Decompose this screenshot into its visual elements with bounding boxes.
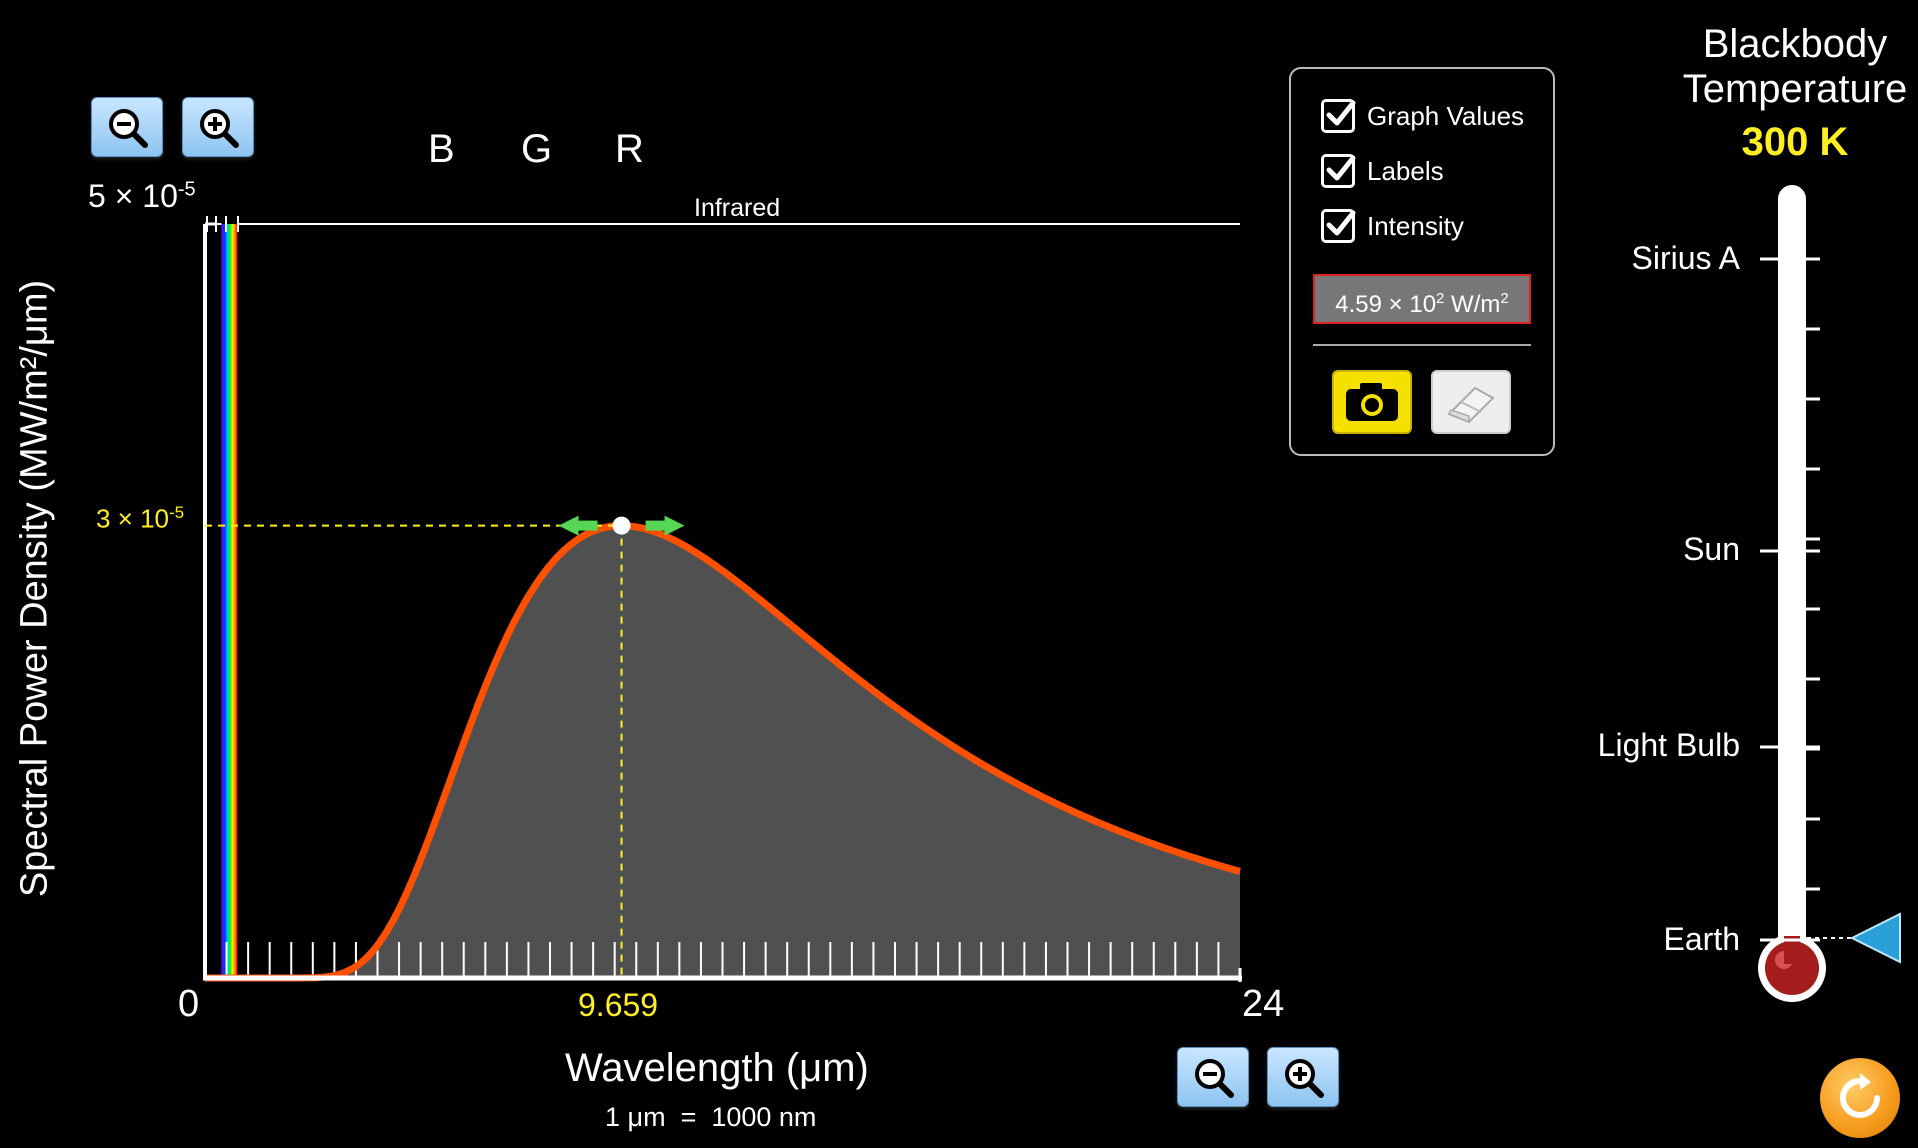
reset-button[interactable]	[1820, 1058, 1900, 1138]
camera-icon	[1346, 383, 1398, 421]
peak-right-arrow	[664, 515, 685, 536]
snapshot-button[interactable]	[1332, 370, 1412, 434]
checkbox-box	[1321, 209, 1356, 243]
intensity-readout: 4.59 × 102 W/m2	[1313, 274, 1531, 324]
temperature-readout: 300 K	[1741, 120, 1849, 164]
zoom-out-icon	[1195, 1059, 1234, 1098]
thermometer-title-line2: Temperature	[1682, 67, 1908, 111]
zoom-in-icon	[1285, 1059, 1324, 1098]
graph-values-checkbox[interactable]: Graph Values	[1321, 99, 1524, 133]
peak-left-arrow-shaft	[577, 520, 598, 531]
checkmark-icon	[1326, 100, 1356, 126]
x-peak-label: 9.659	[578, 987, 659, 1023]
mark-sirius-a: Sirius A	[1631, 240, 1740, 276]
x-axis-label: Wavelength (μm)	[565, 1046, 869, 1090]
mark-sun: Sun	[1683, 531, 1740, 567]
thermometer[interactable]	[1740, 170, 1918, 1010]
labels-checkbox[interactable]: Labels	[1321, 154, 1444, 188]
peak-handle	[612, 516, 631, 535]
labels-label: Labels	[1367, 155, 1444, 186]
mark-earth: Earth	[1663, 921, 1740, 957]
thermometer-title-line1: Blackbody	[1702, 22, 1888, 66]
spectrum-area	[205, 525, 1240, 978]
intensity-unit-exponent: 2	[1500, 290, 1509, 307]
thermometer-title: Blackbody Temperature	[1660, 22, 1918, 112]
horizontal-zoom-out-button[interactable]	[1177, 1047, 1249, 1107]
plot-layer	[203, 216, 1242, 982]
horizontal-zoom-in-button[interactable]	[1267, 1047, 1339, 1107]
intensity-label: Intensity	[1367, 210, 1464, 241]
reset-icon	[1840, 1073, 1880, 1118]
x-axis-unit-note: 1 μm = 1000 nm	[605, 1102, 817, 1132]
checkbox-box	[1321, 99, 1356, 133]
graph-values-label: Graph Values	[1367, 100, 1525, 131]
erase-button[interactable]	[1431, 370, 1511, 434]
eraser-icon	[1447, 386, 1495, 424]
intensity-mantissa: 4.59 × 10	[1335, 291, 1437, 318]
spectrum-graph	[203, 216, 1242, 982]
visible-spectrum-band	[221, 224, 238, 978]
intensity-checkbox[interactable]: Intensity	[1321, 209, 1464, 243]
peak-left-arrow	[558, 515, 579, 536]
panel-divider	[1313, 344, 1531, 346]
peak-right-arrow-shaft	[645, 520, 666, 531]
intensity-unit: W/m	[1444, 291, 1501, 318]
checkmark-icon	[1326, 210, 1356, 236]
mark-light-bulb: Light Bulb	[1597, 727, 1740, 763]
checkbox-box	[1321, 154, 1356, 188]
temperature-slider-pointer[interactable]	[1849, 912, 1901, 964]
x-max-label: 24	[1242, 983, 1285, 1025]
checkmark-icon	[1326, 155, 1356, 181]
x-min-label: 0	[178, 983, 200, 1025]
